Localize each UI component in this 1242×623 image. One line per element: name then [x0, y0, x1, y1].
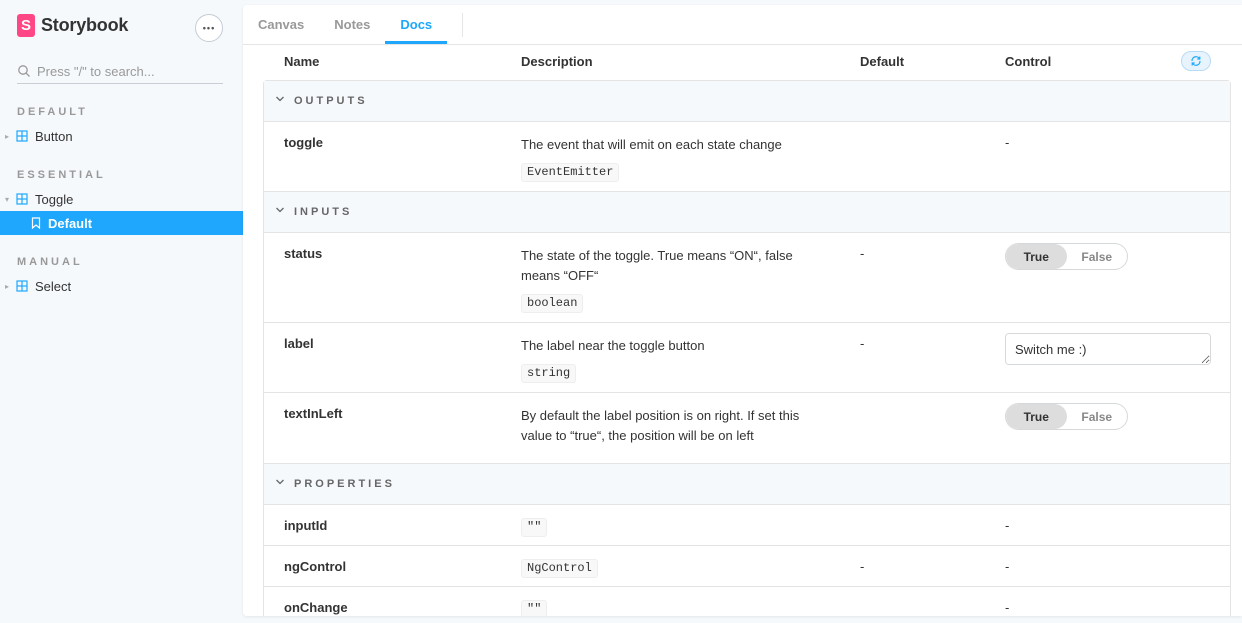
chevron-down-icon [276, 207, 284, 213]
description-text: The label near the toggle button [521, 338, 705, 353]
header-control: Control [1005, 54, 1052, 69]
table-row-onchange: onChange "" - [264, 587, 1230, 616]
search-icon [18, 65, 30, 77]
header-default: Default [860, 54, 905, 69]
component-icon [16, 130, 28, 142]
search-box [17, 59, 223, 84]
tab-bar: Canvas Notes Docs [243, 5, 1242, 45]
option-false[interactable]: False [1067, 404, 1128, 429]
status-boolean-control[interactable]: True False [1005, 243, 1128, 270]
brand[interactable]: S Storybook [17, 14, 128, 37]
menu-button[interactable]: ••• [195, 14, 223, 42]
group-outputs[interactable]: OUTPUTS [264, 81, 1230, 122]
section-title-essential: ESSENTIAL [17, 169, 106, 181]
textinleft-boolean-control[interactable]: True False [1005, 403, 1128, 430]
storybook-logo-icon: S [17, 14, 35, 37]
sidebar-item-button[interactable]: ▸ Button [0, 124, 243, 148]
header-name: Name [284, 54, 320, 69]
bookmark-icon [31, 217, 41, 229]
table-row-label: label The label near the toggle button s… [264, 323, 1230, 393]
description-text: By default the label position is on righ… [521, 408, 800, 443]
table-row-inputid: inputId "" - [264, 505, 1230, 546]
group-properties[interactable]: PROPERTIES [264, 464, 1230, 505]
type-badge: NgControl [521, 559, 598, 578]
search-input[interactable] [37, 63, 217, 79]
sidebar: S Storybook ••• DEFAULT ▸ Button ESSENTI… [0, 0, 243, 623]
caret-right-icon: ▸ [5, 281, 10, 291]
prop-name: onChange [284, 600, 348, 615]
type-badge: boolean [521, 294, 584, 313]
option-true[interactable]: True [1006, 244, 1067, 269]
prop-name: label [284, 336, 314, 351]
chevron-down-icon [276, 96, 284, 102]
table-row-textinleft: textInLeft By default the label position… [264, 393, 1230, 464]
type-badge: string [521, 364, 577, 383]
table-row-toggle: toggle The event that will emit on each … [264, 122, 1230, 192]
args-table: OUTPUTS toggle The event that will emit … [263, 80, 1231, 616]
tab-notes[interactable]: Notes [319, 5, 385, 44]
option-false[interactable]: False [1067, 244, 1128, 269]
type-badge: "" [521, 600, 548, 616]
sidebar-item-default-story[interactable]: Default [0, 211, 243, 235]
main-panel: Canvas Notes Docs Name Description Defau… [243, 5, 1242, 616]
prop-description: The label near the toggle button string [521, 336, 811, 383]
section-title-default: DEFAULT [17, 106, 88, 118]
group-inputs[interactable]: INPUTS [264, 192, 1230, 233]
prop-name: inputId [284, 518, 328, 533]
args-table-header: Name Description Default Control [243, 45, 1242, 80]
table-row-status: status The state of the toggle. True mea… [264, 233, 1230, 323]
brand-name: Storybook [41, 15, 129, 35]
description-text: The event that will emit on each state c… [521, 137, 782, 152]
option-true[interactable]: True [1006, 404, 1067, 429]
table-row-ngcontrol: ngControl NgControl - - [264, 546, 1230, 587]
sidebar-item-label: Select [35, 278, 72, 294]
reset-controls-button[interactable] [1181, 51, 1211, 71]
sidebar-item-label: Default [48, 215, 93, 231]
tab-docs[interactable]: Docs [385, 5, 448, 44]
group-title: INPUTS [294, 206, 353, 218]
control-placeholder: - [1005, 135, 1010, 150]
prop-name: status [284, 246, 323, 261]
prop-default: - [860, 336, 865, 351]
description-text: The state of the toggle. True means “ON“… [521, 248, 793, 283]
prop-default: - [860, 559, 865, 574]
component-icon [16, 193, 28, 205]
caret-down-icon: ▾ [5, 194, 10, 204]
prop-name: ngControl [284, 559, 347, 574]
control-placeholder: - [1005, 559, 1010, 574]
group-title: PROPERTIES [294, 478, 395, 490]
sidebar-item-label: Toggle [35, 191, 74, 207]
prop-description: By default the label position is on righ… [521, 406, 811, 446]
chevron-down-icon [276, 479, 284, 485]
header-description: Description [521, 54, 593, 69]
prop-description: "" [521, 516, 811, 537]
refresh-icon [1191, 56, 1201, 66]
control-placeholder: - [1005, 518, 1010, 533]
type-badge: EventEmitter [521, 163, 620, 182]
sidebar-item-toggle[interactable]: ▾ Toggle [0, 187, 243, 211]
label-text-control[interactable]: Switch me :) [1005, 333, 1211, 365]
prop-description: The event that will emit on each state c… [521, 135, 811, 182]
prop-description: NgControl [521, 557, 811, 578]
sidebar-item-select[interactable]: ▸ Select [0, 274, 243, 298]
prop-description: "" [521, 598, 811, 616]
group-title: OUTPUTS [294, 95, 368, 107]
prop-name: textInLeft [284, 406, 343, 421]
tab-canvas[interactable]: Canvas [243, 5, 319, 44]
prop-default: - [860, 246, 865, 261]
caret-right-icon: ▸ [5, 131, 10, 141]
prop-name: toggle [284, 135, 323, 150]
sidebar-item-label: Button [35, 128, 73, 144]
type-badge: "" [521, 518, 548, 537]
ellipsis-icon: ••• [202, 23, 216, 33]
section-title-manual: MANUAL [17, 256, 83, 268]
prop-description: The state of the toggle. True means “ON“… [521, 246, 811, 313]
tab-divider [462, 13, 463, 37]
component-icon [16, 280, 28, 292]
control-placeholder: - [1005, 600, 1010, 615]
